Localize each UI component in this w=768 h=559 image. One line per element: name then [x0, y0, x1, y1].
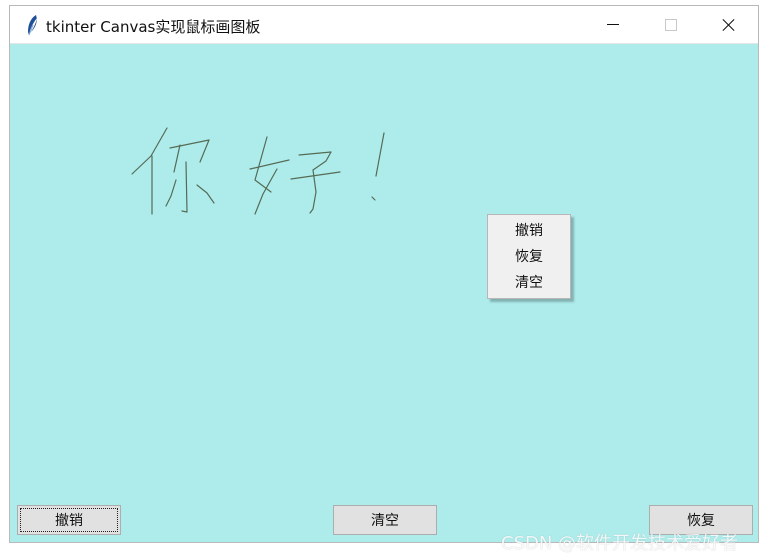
context-menu: 撤销 恢复 清空 — [487, 214, 571, 299]
minimize-button[interactable] — [584, 6, 642, 43]
feather-icon — [28, 15, 37, 36]
drawing-canvas[interactable]: 撤销 恢复 清空 — [10, 44, 758, 503]
minimize-icon — [607, 24, 619, 25]
clear-button[interactable]: 清空 — [333, 505, 437, 535]
title-bar: tkinter Canvas实现鼠标画图板 — [10, 6, 758, 44]
undo-button[interactable]: 撤销 — [17, 505, 121, 535]
maximize-icon — [665, 18, 677, 31]
menu-item-undo[interactable]: 撤销 — [488, 218, 570, 244]
maximize-button[interactable] — [642, 6, 700, 43]
menu-item-clear[interactable]: 清空 — [488, 270, 570, 296]
menu-item-redo[interactable]: 恢复 — [488, 244, 570, 270]
handwritten-greeting — [131, 127, 385, 215]
window-title: tkinter Canvas实现鼠标画图板 — [46, 18, 261, 36]
close-icon — [722, 18, 736, 32]
close-button[interactable] — [700, 6, 758, 43]
watermark: CSDN @软件开发技术爱好者 — [501, 533, 739, 554]
app-window: tkinter Canvas实现鼠标画图板 撤销 恢复 清空 撤销 清空 恢复 — [9, 5, 759, 543]
